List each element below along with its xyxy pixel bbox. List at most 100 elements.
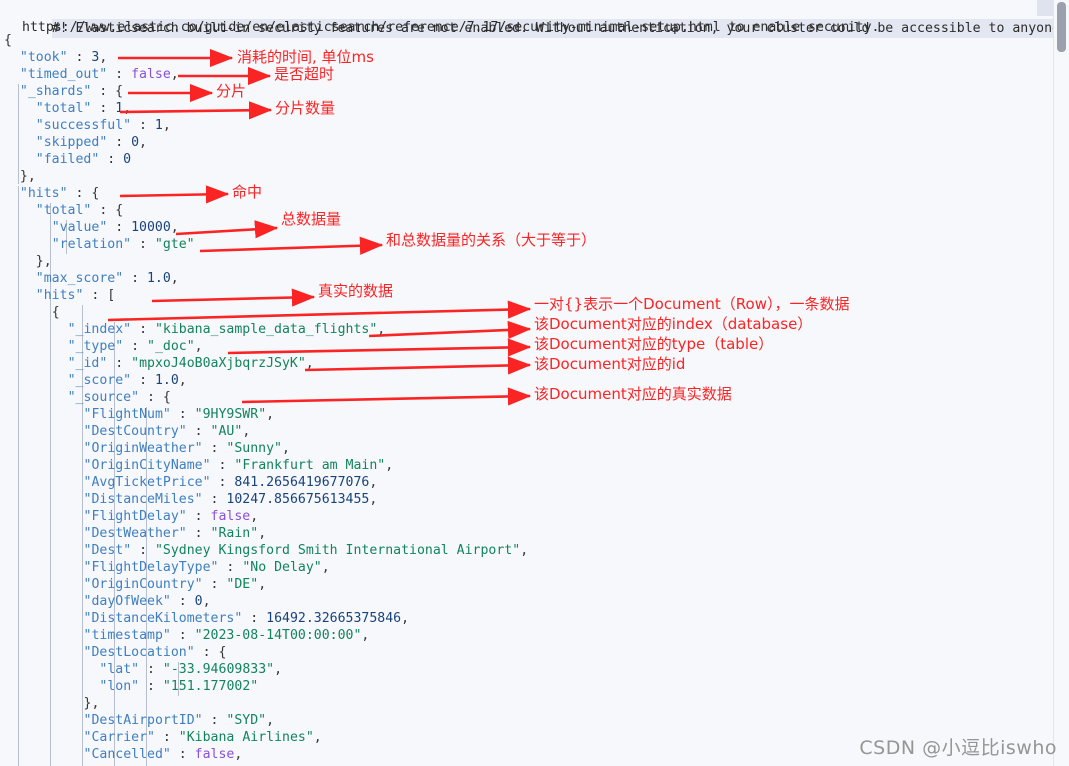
code-token: "Kibana Airlines" — [178, 730, 314, 745]
code-token: : — [107, 356, 132, 371]
code-line: "value" : 10000, — [52, 219, 179, 236]
code-token: { — [4, 33, 12, 48]
code-token: : { — [194, 645, 227, 660]
code-token: : — [139, 679, 163, 694]
security-warning-line-1: #! Elasticsearch built-in security featu… — [4, 2, 1069, 38]
code-token: "Rain" — [210, 526, 259, 541]
code-token: , — [139, 135, 147, 150]
vertical-scrollbar-track[interactable] — [1053, 0, 1069, 766]
code-line: "total" : { — [36, 202, 123, 219]
security-warning-line-2: https://www.elastic.co/guide/en/elastics… — [22, 20, 880, 35]
code-token: "OriginCountry" — [83, 577, 203, 592]
code-line: "_id" : "mpxoJ4oB0aXjbqrzJSyK", — [68, 355, 314, 372]
code-token: "FlightDelayType" — [83, 560, 219, 575]
code-token: false — [131, 67, 171, 82]
code-token: "_shards" — [19, 84, 92, 99]
code-token: "OriginWeather" — [83, 441, 203, 456]
console-output[interactable]: #! Elasticsearch built-in security featu… — [0, 0, 1069, 766]
code-token: : [ — [83, 288, 116, 303]
code-token: : — [123, 271, 147, 286]
code-token: "successful" — [35, 118, 132, 133]
code-token: , — [170, 271, 179, 286]
code-token: , — [369, 475, 378, 490]
code-token: : — [91, 101, 116, 116]
code-token: false — [194, 747, 235, 762]
code-line: "timed_out" : false, — [20, 66, 179, 83]
code-token: "DistanceMiles" — [83, 492, 203, 507]
code-token: , — [170, 67, 179, 82]
code-token: , — [520, 543, 529, 558]
code-token: : — [186, 509, 211, 524]
code-line: { — [52, 304, 60, 321]
code-line: }, — [20, 168, 36, 185]
code-line: "lat" : "-33.94609833", — [99, 661, 282, 678]
code-line: "_index" : "kibana_sample_data_flights", — [68, 321, 386, 338]
code-token: : — [67, 50, 92, 65]
code-line: "took" : 3, — [20, 49, 107, 66]
code-line: "skipped" : 0, — [36, 134, 147, 151]
indent-guide — [18, 84, 19, 184]
code-line: "lon" : "151.177002" — [99, 678, 258, 695]
code-token: , — [401, 611, 410, 626]
code-token: : — [139, 662, 163, 677]
code-token: "DistanceKilometers" — [83, 611, 243, 626]
code-token: 1 — [115, 101, 124, 116]
code-token: "total" — [35, 101, 92, 116]
code-token: 0 — [131, 135, 140, 150]
code-token: "_score" — [67, 373, 132, 388]
code-token: : — [242, 611, 267, 626]
code-token: , — [99, 50, 108, 65]
code-token: , — [258, 577, 267, 592]
code-line: }, — [84, 695, 100, 712]
code-token: , — [258, 526, 267, 541]
code-token: : — [154, 730, 179, 745]
code-token: , — [170, 220, 179, 235]
code-token: , — [194, 339, 203, 354]
code-line: "total" : 1, — [36, 100, 131, 117]
code-token: : — [107, 220, 132, 235]
code-token: "timed_out" — [19, 67, 108, 82]
code-token: , — [369, 492, 378, 507]
code-line: "DestAirportID" : "SYD", — [84, 712, 275, 729]
code-token: : — [202, 441, 227, 456]
code-token: "total" — [35, 203, 92, 218]
code-token: : — [131, 322, 155, 337]
code-token: : { — [139, 390, 171, 405]
code-token: , — [377, 322, 386, 337]
code-token: , — [202, 594, 211, 609]
code-token: , — [242, 424, 251, 439]
code-line: "FlightDelay" : false, — [84, 508, 259, 525]
code-line: "timestamp" : "2023-08-14T00:00:00", — [84, 627, 370, 644]
code-line: "relation" : "gte" — [52, 236, 195, 253]
code-token: : — [131, 373, 155, 388]
code-token: : { — [67, 186, 100, 201]
code-line: "successful" : 1, — [36, 117, 171, 134]
code-token: "lon" — [99, 679, 140, 694]
code-token: : — [186, 424, 211, 439]
code-token: 841.2656419677076 — [234, 475, 370, 490]
code-token: "mpxoJ4oB0aXjbqrzJSyK" — [131, 356, 306, 371]
code-token: : — [123, 339, 147, 354]
code-token: 0 — [194, 594, 203, 609]
vertical-scrollbar-thumb[interactable] — [1057, 2, 1066, 52]
code-token: "-33.94609833" — [162, 662, 275, 677]
code-line: "max_score" : 1.0, — [36, 270, 179, 287]
code-token: 10247.856675613455 — [226, 492, 370, 507]
code-line: "DestWeather" : "Rain", — [84, 525, 267, 542]
code-token: : — [186, 526, 211, 541]
code-token: : — [218, 560, 243, 575]
code-line: "_shards" : { — [20, 83, 123, 100]
code-token: : { — [91, 84, 124, 99]
code-line: "dayOfWeek" : 0, — [84, 593, 211, 610]
code-token: "hits" — [19, 186, 68, 201]
code-token: "DestWeather" — [83, 526, 187, 541]
code-token: "Carrier" — [83, 730, 155, 745]
code-line: "hits" : { — [20, 185, 99, 202]
code-token: : { — [91, 203, 124, 218]
code-token: "DestLocation" — [83, 645, 195, 660]
code-token: "9HY9SWR" — [194, 407, 267, 422]
code-token: : — [131, 237, 155, 252]
code-token: "took" — [19, 50, 68, 65]
code-line: "DestLocation" : { — [84, 644, 227, 661]
code-token: 1.0 — [146, 271, 171, 286]
